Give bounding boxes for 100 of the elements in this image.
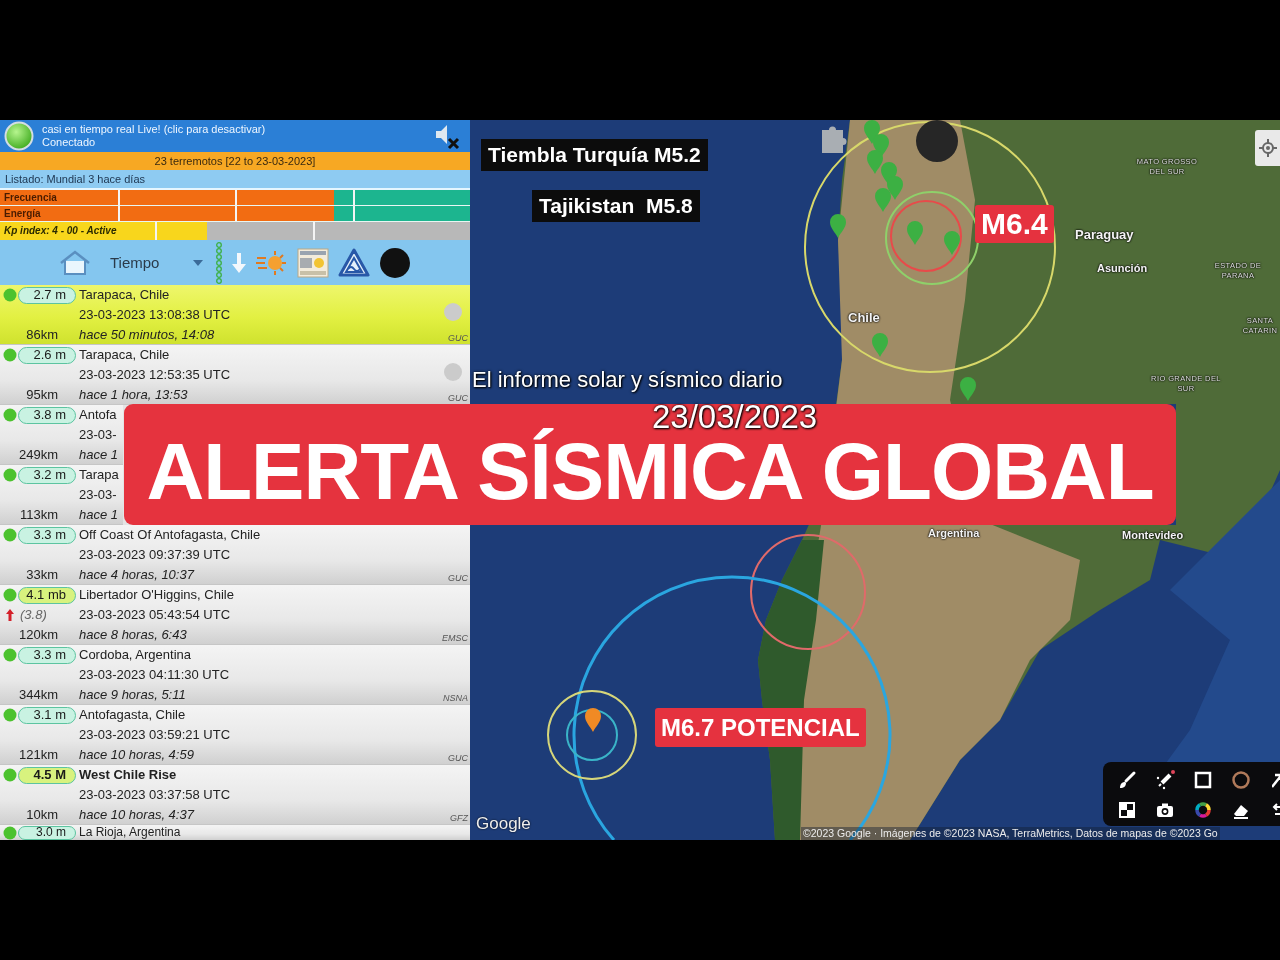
disc-icon[interactable] <box>379 246 412 279</box>
place-name: West Chile Rise <box>78 766 178 784</box>
map-label: Asunción <box>1097 262 1148 274</box>
map-label: Montevideo <box>1122 529 1184 541</box>
status-dot-icon <box>3 408 17 422</box>
quake-row[interactable]: 4.5 M West Chile Rise 23-03-2023 03:37:58 UTC 10km hace 10 horas, 4:37 GFZ <box>0 765 470 825</box>
place-name: Tarapaca, Chile <box>78 286 171 304</box>
quake-row[interactable]: 3.1 m Antofagasta, Chile 23-03-2023 03:59:21 UTC 121km hace 10 horas, 4:59 GUC <box>0 705 470 765</box>
time-ago-text: hace 8 horas, 6:43 <box>78 626 188 644</box>
distance-text: 10km <box>26 806 59 824</box>
magnitude-badge: 3.0 m <box>18 825 76 840</box>
headline-label: Tiembla Turquía M5.2 <box>481 139 708 171</box>
event-time: 23-03-2023 04:11:30 UTC <box>78 666 231 684</box>
quake-row[interactable]: 3.8 m Antofa 23-03- 249km hace 1 <box>0 405 123 465</box>
status-dot-icon <box>3 348 17 362</box>
map-pin-icon[interactable] <box>830 214 846 238</box>
grid-icon[interactable] <box>1117 800 1137 820</box>
place-name: La Rioja, Argentina <box>78 825 182 840</box>
map-label: Chile <box>848 310 880 325</box>
status-dot-icon <box>3 288 17 302</box>
status-dot-icon <box>3 528 17 542</box>
time-ago-text: hace 1 <box>78 506 120 524</box>
kp-label: Kp index: 4 - 00 - Active <box>4 224 117 238</box>
circle-icon[interactable] <box>1231 770 1251 790</box>
place-name: Tarapaca, Chile <box>78 346 171 364</box>
event-time: 23-03-2023 03:59:21 UTC <box>78 726 232 744</box>
quake-row[interactable]: 2.7 m Tarapaca, Chile 23-03-2023 13:08:38 UTC 86km hace 50 minutos, 14:08 GUC <box>0 285 470 345</box>
status-dot-icon <box>3 825 17 840</box>
disc-icon <box>916 120 958 162</box>
quake-row[interactable]: 3.2 m Tarapa 23-03- 113km hace 1 <box>0 465 123 525</box>
home-icon[interactable] <box>58 248 92 277</box>
time-ago-text: hace 50 minutos, 14:08 <box>78 326 216 344</box>
magnitude-tag: M6.4 <box>975 205 1054 243</box>
magnitude-badge: 3.2 m <box>18 466 76 484</box>
logo-text: Google <box>476 814 531 834</box>
place-name: Off Coast Of Antofagasta, Chile <box>78 526 262 544</box>
magnitude-badge: 4.5 M <box>18 766 76 784</box>
map-label: Paraguay <box>1075 227 1134 242</box>
status-header[interactable]: casi en tiempo real Live! (clic para desactivar) Conectado <box>0 120 470 152</box>
event-time: 23-03- <box>78 486 118 504</box>
map-attribution: ©2023 Google · Imágenes de ©2023 NASA, TerraMetrics, Datos de mapas de ©2023 Go <box>801 827 1220 840</box>
triangle-icon[interactable] <box>337 246 372 279</box>
source-agency: GFZ <box>450 812 469 825</box>
distance-text: 33km <box>26 566 59 584</box>
distance-text: 344km <box>18 686 59 704</box>
time-ago-text: hace 4 horas, 10:37 <box>78 566 196 584</box>
magnitude-badge: 4.1 mb <box>18 586 76 604</box>
locate-icon <box>1259 139 1277 157</box>
marker-icon[interactable] <box>1155 770 1175 790</box>
quake-row[interactable]: 3.3 m Off Coast Of Antofagasta, Chile 23-03-2023 09:37:39 UTC 33km hace 4 horas, 10:37 GUC <box>0 525 470 585</box>
magnitude-badge: 3.8 m <box>18 406 76 424</box>
place-name: Libertador O'Higgins, Chile <box>78 586 235 604</box>
source-agency: NSNA <box>443 692 469 705</box>
headline-label: Tajikistan M5.8 <box>532 190 700 222</box>
event-time: 23-03- <box>78 426 118 444</box>
show-title: El informe solar y sísmico diario <box>472 367 783 393</box>
time-ago-text: hace 9 horas, 5:11 <box>78 686 187 704</box>
brush-icon[interactable] <box>1117 770 1137 790</box>
connection-status: Conectado <box>42 136 97 149</box>
time-ago-text: hace 1 hora, 13:53 <box>78 386 189 404</box>
magnitude-tag: M6.7 POTENCIAL <box>655 708 866 747</box>
quake-row[interactable]: 3.3 m Cordoba, Argentina 23-03-2023 04:11:30 UTC 344km hace 9 horas, 5:11 NSNA <box>0 645 470 705</box>
caret-icon <box>193 259 204 266</box>
meter-label: Energía <box>4 207 41 221</box>
status-dot-icon <box>3 768 17 782</box>
place-name: Cordoba, Argentina <box>78 646 193 664</box>
map-pin-icon[interactable] <box>960 377 976 401</box>
puzzle-icon <box>822 126 847 153</box>
quake-row[interactable]: 2.6 m Tarapaca, Chile 23-03-2023 12:53:35 UTC 95km hace 1 hora, 13:53 GUC <box>0 345 470 405</box>
dotted-line-icon[interactable] <box>215 240 224 285</box>
event-time: 23-03-2023 13:08:38 UTC <box>78 306 232 324</box>
time-ago-text: hace 10 horas, 4:37 <box>78 806 196 824</box>
distance-text: 113km <box>19 506 59 524</box>
distance-text: 86km <box>26 326 59 344</box>
time-ago-text: hace 10 horas, 4:59 <box>78 746 195 764</box>
magnitude-badge: 3.3 m <box>18 526 76 544</box>
status-dot-icon <box>3 468 17 482</box>
distance-text: 249km <box>18 446 59 464</box>
meter-label: Frecuencia <box>4 191 57 205</box>
place-name: Antofa <box>78 406 118 424</box>
status-dot-icon <box>3 708 17 722</box>
quake-row[interactable]: 4.1 mb Libertador O'Higgins, Chile (3.8) 23-03-2023 05:43:54 UTC 120km hace 8 horas, 6:43 EMSC <box>0 585 470 645</box>
status-dot-icon <box>3 648 17 662</box>
distance-text: 120km <box>18 626 59 644</box>
earthquake-count-bar: 23 terremotos [22 to 23-03-2023] <box>0 152 470 170</box>
up-arrow-icon <box>6 609 14 621</box>
map-pin-icon[interactable] <box>585 708 601 732</box>
color-wheel-icon[interactable] <box>1193 800 1213 820</box>
panel-icon[interactable] <box>297 247 330 278</box>
place-name: Tarapa <box>78 466 120 484</box>
event-time: 23-03-2023 05:43:54 UTC <box>78 606 232 624</box>
sort-dropdown[interactable]: Tiempo <box>100 254 204 271</box>
square-icon[interactable] <box>1193 770 1213 790</box>
locate-button[interactable] <box>1255 130 1280 166</box>
quake-row[interactable]: 3.0 m La Rioja, Argentina <box>0 825 470 840</box>
source-agency: EMSC <box>442 632 469 645</box>
listing-bar[interactable]: Listado: Mundial 3 hace días <box>0 170 470 190</box>
source-agency: GUC <box>448 752 469 765</box>
place-name: Antofagasta, Chile <box>78 706 187 724</box>
magnitude-badge: 2.6 m <box>18 346 76 364</box>
